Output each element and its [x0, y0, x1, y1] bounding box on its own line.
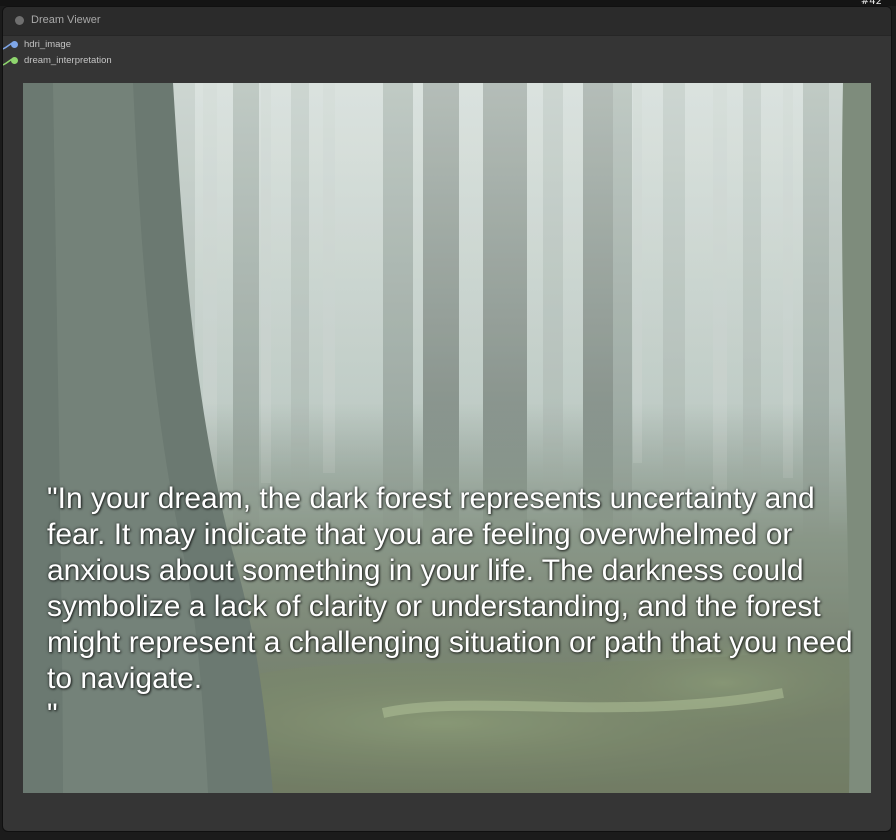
collapse-toggle-icon[interactable]: [15, 16, 24, 25]
dream-viewer-node[interactable]: Dream Viewer hdri_image dream_interpreta…: [2, 6, 892, 832]
node-header[interactable]: Dream Viewer: [3, 7, 891, 36]
dream-interpretation-text: "In your dream, the dark forest represen…: [47, 482, 853, 731]
input-slot-dot-icon[interactable]: [11, 40, 18, 48]
input-slot-dot-icon[interactable]: [11, 56, 18, 64]
input-slot-dream-interpretation[interactable]: dream_interpretation: [11, 53, 112, 67]
image-preview: "In your dream, the dark forest represen…: [23, 83, 871, 793]
input-slot-label: hdri_image: [24, 38, 71, 50]
input-slot-hdri-image[interactable]: hdri_image: [11, 37, 71, 51]
canvas-bottom-strip: [0, 832, 896, 840]
node-title: Dream Viewer: [31, 14, 101, 26]
input-slot-label: dream_interpretation: [24, 54, 112, 66]
